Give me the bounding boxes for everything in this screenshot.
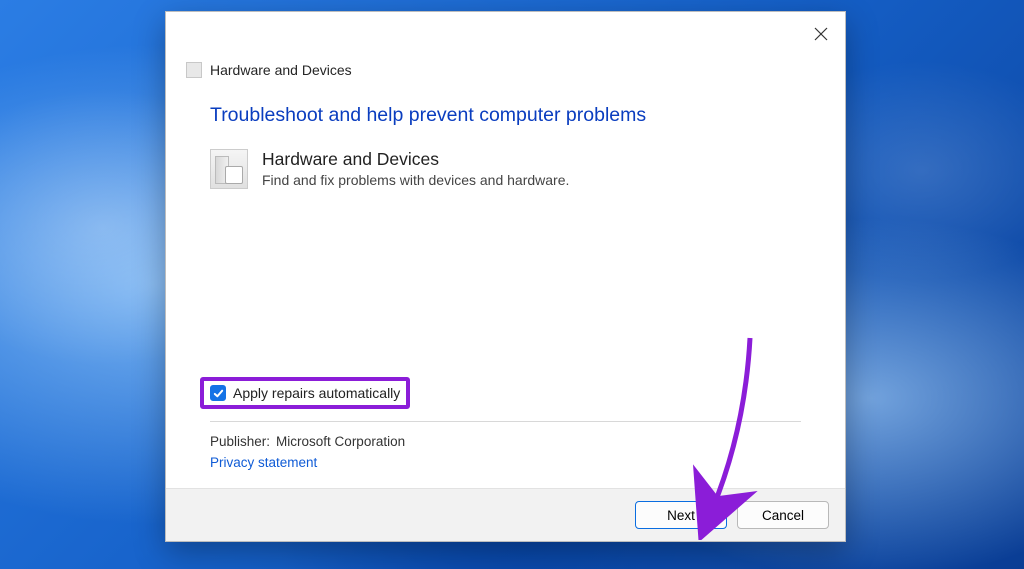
privacy-statement-link[interactable]: Privacy statement: [210, 455, 801, 470]
dialog-header: Hardware and Devices: [166, 48, 845, 88]
publisher-label: Publisher:: [210, 434, 270, 449]
troubleshooter-dialog: Hardware and Devices Troubleshoot and he…: [165, 11, 846, 542]
next-button[interactable]: Next: [635, 501, 727, 529]
content-divider: [210, 421, 801, 422]
close-button[interactable]: [809, 22, 833, 46]
hardware-icon: [210, 149, 248, 189]
cancel-button[interactable]: Cancel: [737, 501, 829, 529]
close-icon: [814, 27, 828, 41]
troubleshooter-text: Hardware and Devices Find and fix proble…: [262, 149, 569, 188]
publisher-row: Publisher: Microsoft Corporation: [210, 434, 801, 449]
troubleshooter-name: Hardware and Devices: [262, 149, 569, 170]
checkmark-icon: [213, 388, 224, 399]
publisher-value: Microsoft Corporation: [276, 434, 405, 449]
main-heading: Troubleshoot and help prevent computer p…: [210, 104, 801, 127]
apply-repairs-label: Apply repairs automatically: [233, 385, 400, 401]
dialog-title: Hardware and Devices: [210, 62, 352, 78]
dialog-content: Troubleshoot and help prevent computer p…: [166, 88, 845, 488]
dialog-titlebar: [166, 12, 845, 48]
dialog-footer: Next Cancel: [166, 488, 845, 541]
troubleshooter-icon: [186, 62, 202, 78]
apply-repairs-checkbox-row[interactable]: Apply repairs automatically: [200, 377, 410, 409]
troubleshooter-description: Find and fix problems with devices and h…: [262, 172, 569, 188]
apply-repairs-checkbox[interactable]: [210, 385, 226, 401]
troubleshooter-item: Hardware and Devices Find and fix proble…: [210, 149, 801, 189]
